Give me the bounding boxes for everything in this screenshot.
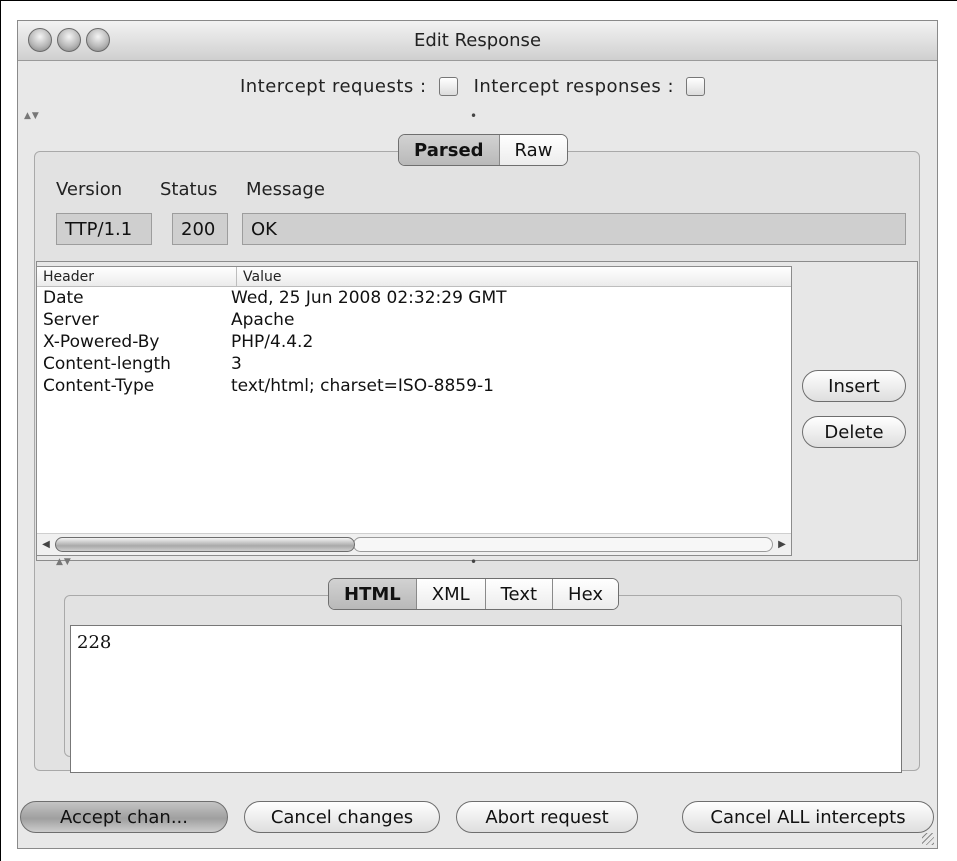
scrollbar-thumb[interactable] — [55, 537, 355, 552]
window-title: Edit Response — [413, 30, 542, 51]
split-pane-handle-icon[interactable]: • — [470, 109, 477, 123]
tab-raw[interactable]: Raw — [498, 135, 568, 165]
figure-border-top — [0, 0, 957, 1]
intercept-responses-label: Intercept responses : — [473, 75, 675, 97]
headers-table: Header Value Date Wed, 25 Jun 2008 02:32… — [36, 266, 792, 556]
table-row-header[interactable]: Content-Type — [43, 376, 154, 396]
response-body-editor[interactable]: 228 — [70, 625, 902, 773]
table-row-header[interactable]: X-Powered-By — [43, 332, 159, 352]
tab-html[interactable]: HTML — [329, 579, 416, 609]
tab-hex[interactable]: Hex — [552, 579, 618, 609]
table-row-value[interactable]: 3 — [231, 354, 242, 374]
tab-text[interactable]: Text — [484, 579, 553, 609]
scrollbar-track[interactable] — [353, 537, 773, 552]
table-row-value[interactable]: Apache — [231, 310, 294, 330]
intercept-responses-checkbox[interactable] — [686, 76, 706, 96]
intercept-requests-label: Intercept requests : — [239, 75, 427, 97]
cancel-changes-button[interactable]: Cancel changes — [244, 801, 440, 833]
table-row-value[interactable]: text/html; charset=ISO-8859-1 — [231, 376, 494, 396]
column-header-header[interactable]: Header — [37, 267, 237, 287]
split-pane-arrows-icon[interactable]: ▲▼ — [24, 111, 40, 121]
abort-request-button[interactable]: Abort request — [456, 801, 638, 833]
split-pane-handle-icon[interactable]: • — [470, 555, 477, 569]
insert-button[interactable]: Insert — [802, 370, 906, 402]
edit-response-window: Edit Response Intercept requests : Inter… — [17, 20, 938, 849]
view-mode-tabs: Parsed Raw — [398, 134, 569, 166]
scroll-right-icon[interactable]: ▶ — [774, 536, 790, 552]
tab-xml[interactable]: XML — [415, 579, 485, 609]
horizontal-scrollbar[interactable]: ◀ ▶ — [37, 533, 791, 555]
accept-changes-button[interactable]: Accept chan... — [20, 801, 228, 833]
table-row-header[interactable]: Content-length — [43, 354, 171, 374]
column-header-value[interactable]: Value — [237, 267, 791, 287]
split-pane-arrows-icon[interactable]: ▲▼ — [56, 557, 72, 567]
table-row-value[interactable]: Wed, 25 Jun 2008 02:32:29 GMT — [231, 288, 507, 308]
status-label: Status — [160, 179, 218, 200]
message-field[interactable]: OK — [242, 213, 906, 245]
version-label: Version — [56, 179, 123, 200]
intercept-options: Intercept requests : Intercept responses… — [18, 69, 937, 103]
tab-parsed[interactable]: Parsed — [399, 135, 499, 165]
table-row-header[interactable]: Date — [43, 288, 84, 308]
resize-grip-icon[interactable] — [922, 833, 934, 845]
title-bar[interactable]: Edit Response — [18, 21, 937, 61]
intercept-requests-checkbox[interactable] — [438, 76, 458, 96]
body-format-tabs: HTML XML Text Hex — [328, 578, 619, 610]
status-field[interactable]: 200 — [172, 213, 228, 245]
figure-border-left — [0, 0, 1, 861]
message-label: Message — [246, 179, 325, 200]
scroll-left-icon[interactable]: ◀ — [38, 536, 54, 552]
delete-button[interactable]: Delete — [802, 416, 906, 448]
cancel-all-intercepts-button[interactable]: Cancel ALL intercepts — [682, 801, 934, 833]
table-row-header[interactable]: Server — [43, 310, 99, 330]
table-row-value[interactable]: PHP/4.4.2 — [231, 332, 313, 352]
version-field[interactable]: TTP/1.1 — [56, 213, 152, 245]
